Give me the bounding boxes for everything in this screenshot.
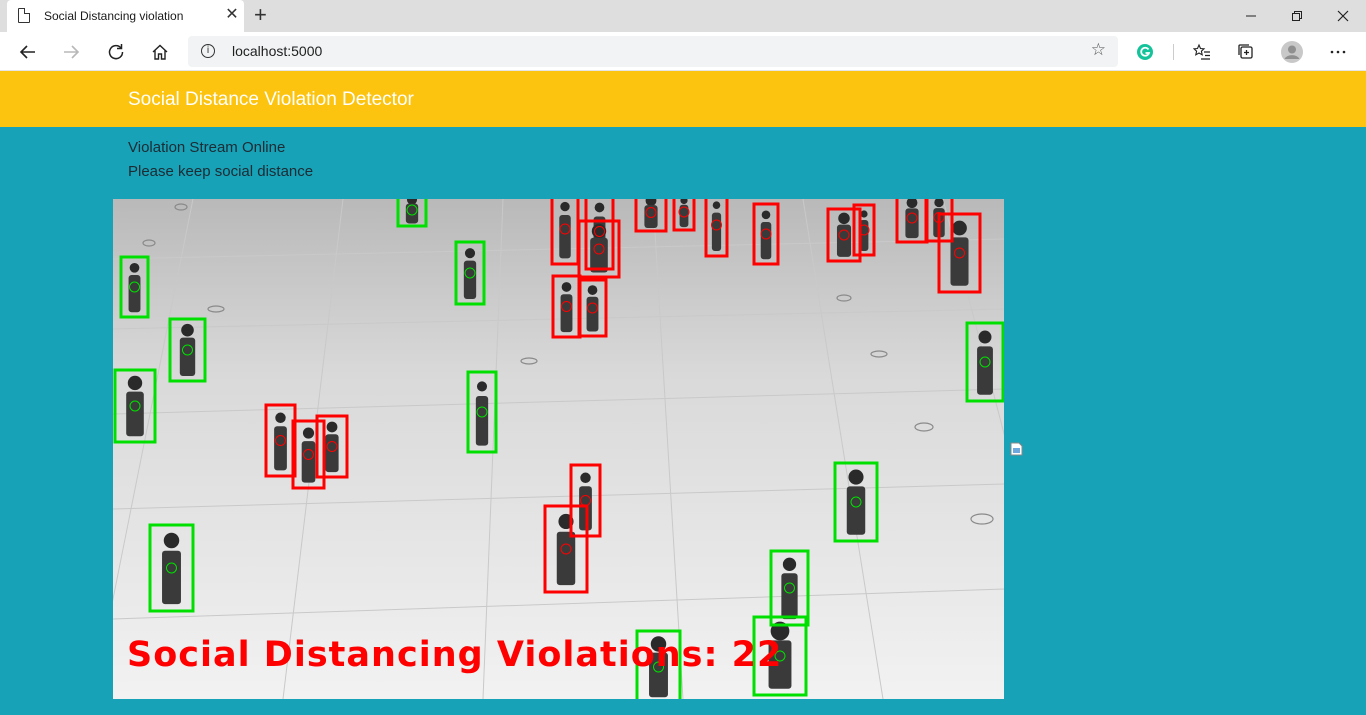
broken-image-icon xyxy=(1010,442,1023,456)
profile-button[interactable] xyxy=(1278,38,1306,66)
close-tab-icon[interactable]: ✕ xyxy=(223,6,241,24)
person-head-7 xyxy=(848,469,864,485)
person-head-26 xyxy=(275,412,286,423)
person-body-26 xyxy=(274,426,287,471)
back-button[interactable] xyxy=(14,38,42,66)
person-body-4 xyxy=(463,260,477,300)
person-body-7 xyxy=(846,486,866,535)
browser-toolbar: i localhost:5000 ☆ xyxy=(0,32,1366,71)
minimize-icon xyxy=(1246,15,1256,17)
tab-title: Social Distancing violation xyxy=(44,9,184,23)
person-body-3 xyxy=(126,391,144,437)
forward-arrow-icon xyxy=(64,45,80,59)
person-body-17 xyxy=(760,222,772,260)
favorites-button[interactable] xyxy=(1188,38,1216,66)
person-body-6 xyxy=(162,550,181,605)
more-dots-icon xyxy=(1330,50,1346,54)
person-body-14 xyxy=(644,205,658,229)
person-body-12 xyxy=(559,215,571,259)
refresh-icon xyxy=(108,44,124,60)
person-head-24 xyxy=(561,282,572,292)
restore-icon xyxy=(1292,11,1302,21)
person-body-0 xyxy=(405,203,419,224)
forward-button[interactable] xyxy=(57,38,85,66)
detection-overlay xyxy=(113,199,1004,699)
back-arrow-icon xyxy=(19,45,35,59)
person-head-6 xyxy=(163,532,180,549)
person-body-28 xyxy=(325,434,339,473)
person-body-18 xyxy=(836,224,852,257)
person-head-29 xyxy=(580,472,591,483)
person-body-22 xyxy=(950,237,969,286)
person-body-30 xyxy=(556,531,576,586)
person-head-21 xyxy=(934,199,944,208)
person-body-27 xyxy=(301,441,316,483)
person-head-8 xyxy=(978,330,992,344)
stream-status-text: Violation Stream Online xyxy=(128,139,286,156)
new-tab-icon[interactable]: + xyxy=(254,4,267,26)
person-head-27 xyxy=(302,427,315,439)
avatar-icon xyxy=(1281,41,1303,63)
close-window-button[interactable] xyxy=(1320,0,1366,32)
person-body-9 xyxy=(781,573,798,620)
more-menu-button[interactable] xyxy=(1324,38,1352,66)
person-head-20 xyxy=(906,199,918,209)
person-head-17 xyxy=(761,210,771,220)
person-head-2 xyxy=(181,323,194,337)
person-head-25 xyxy=(587,285,598,295)
person-head-15 xyxy=(680,199,688,205)
person-head-22 xyxy=(952,220,967,236)
person-body-5 xyxy=(475,396,489,446)
collections-button[interactable] xyxy=(1232,38,1260,66)
person-body-25 xyxy=(586,296,599,332)
person-body-23 xyxy=(590,237,608,273)
collections-icon xyxy=(1238,44,1253,59)
address-bar[interactable]: i localhost:5000 ☆ xyxy=(188,36,1118,67)
favorites-list-icon xyxy=(1193,43,1210,60)
info-icon[interactable]: i xyxy=(201,44,215,58)
toolbar-divider xyxy=(1173,44,1174,60)
violation-count-overlay: Social Distancing Violations: 22 xyxy=(127,635,783,675)
page-title[interactable]: Social Distance Violation Detector xyxy=(128,89,414,111)
warning-text: Please keep social distance xyxy=(128,163,314,180)
favorite-star-icon[interactable]: ☆ xyxy=(1091,40,1106,60)
person-head-1 xyxy=(129,262,140,273)
browser-tab-bar: Social Distancing violation ✕ + xyxy=(0,0,1366,32)
close-icon xyxy=(1337,10,1349,22)
page-header: Social Distance Violation Detector xyxy=(0,71,1366,127)
person-body-2 xyxy=(179,337,196,377)
person-head-5 xyxy=(476,381,488,392)
video-stream: Social Distancing Violations: 22 xyxy=(113,199,1004,699)
person-head-14 xyxy=(645,199,657,207)
person-head-13 xyxy=(594,202,605,213)
browser-tab[interactable]: Social Distancing violation ✕ xyxy=(7,0,244,32)
page-icon xyxy=(18,7,31,23)
restore-button[interactable] xyxy=(1274,0,1320,32)
person-head-3 xyxy=(127,375,143,391)
person-body-1 xyxy=(128,275,141,313)
grammarly-icon xyxy=(1137,44,1153,60)
person-head-12 xyxy=(560,201,570,212)
person-body-8 xyxy=(977,346,993,395)
person-head-4 xyxy=(464,248,476,259)
home-button[interactable] xyxy=(146,38,174,66)
refresh-button[interactable] xyxy=(102,38,130,66)
address-text[interactable]: localhost:5000 xyxy=(232,43,322,59)
person-body-24 xyxy=(560,294,573,333)
boxes xyxy=(113,199,1004,699)
grammarly-extension-button[interactable] xyxy=(1131,38,1159,66)
person-head-28 xyxy=(326,421,338,433)
person-head-9 xyxy=(782,557,797,571)
person-head-16 xyxy=(712,201,721,209)
home-icon xyxy=(152,44,168,60)
people xyxy=(126,199,993,698)
person-body-16 xyxy=(711,212,722,252)
minimize-button[interactable] xyxy=(1228,0,1274,32)
floor-lines xyxy=(113,199,1004,699)
person-head-18 xyxy=(838,212,850,225)
